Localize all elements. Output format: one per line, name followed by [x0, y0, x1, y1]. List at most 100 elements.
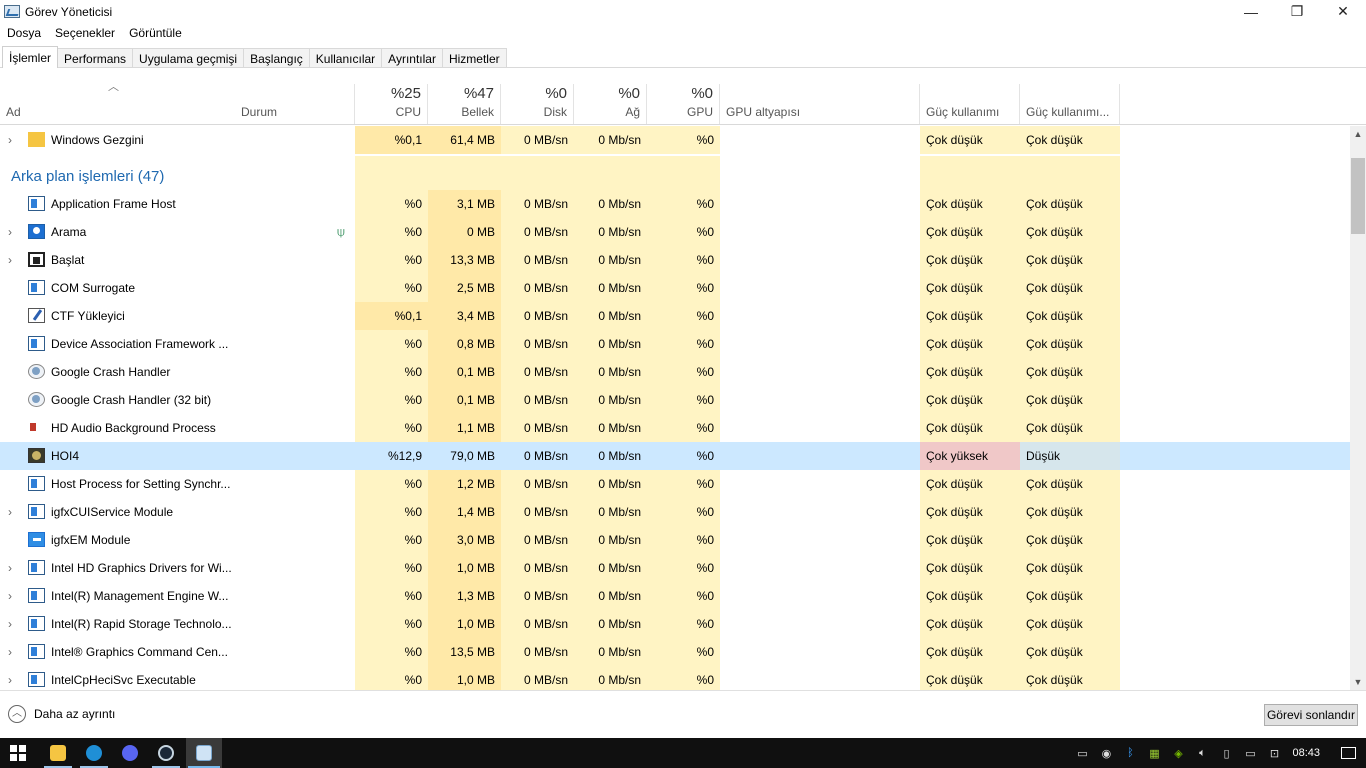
gpu-value: %0 [647, 274, 720, 302]
disk-total: %0 [545, 85, 567, 102]
process-name: CTF Yükleyici [51, 309, 125, 323]
end-task-button[interactable]: Görevi sonlandır [1264, 704, 1358, 726]
chevron-right-icon[interactable]: › [8, 126, 18, 154]
column-name[interactable]: ︿ Ad [0, 81, 235, 124]
cpu-value: %0 [355, 526, 428, 554]
fewer-details-button[interactable]: ︿ Daha az ayrıntı [8, 705, 115, 723]
notification-icon[interactable] [1330, 738, 1366, 768]
table-row[interactable]: Application Frame Host %0 3,1 MB 0 MB/sn 0 M… [0, 190, 1350, 218]
process-name: Windows Gezgini [51, 133, 144, 147]
disk-value: 0 MB/sn [501, 554, 574, 582]
column-gpu[interactable]: %0 GPU [647, 84, 720, 124]
windows-start-icon[interactable] [10, 745, 26, 761]
bluetooth-icon[interactable]: ᛒ [1118, 738, 1142, 768]
chevron-right-icon[interactable]: › [8, 498, 18, 526]
menu-view[interactable]: Görüntüle [122, 26, 189, 40]
section-heat-cell [1020, 156, 1120, 192]
table-row[interactable]: › IntelCpHeciSvc Executable %0 1,0 MB 0 MB/s… [0, 666, 1350, 690]
table-row[interactable]: igfxEM Module %0 3,0 MB 0 MB/sn 0 Mb/sn %0 Çok… [0, 526, 1350, 554]
table-row[interactable]: HD Audio Background Process %0 1,1 MB 0 MB/… [0, 414, 1350, 442]
column-memory[interactable]: %47 Bellek [428, 84, 501, 124]
disk-value: 0 MB/sn [501, 218, 574, 246]
table-row[interactable]: Device Association Framework ... %0 0,8 MB… [0, 330, 1350, 358]
process-name: Google Crash Handler [51, 365, 171, 379]
volume-icon[interactable]: 🔈︎ [1190, 738, 1214, 768]
table-row[interactable]: › Intel(R) Management Engine W... %0 1,3 MB… [0, 582, 1350, 610]
chevron-right-icon[interactable]: › [8, 218, 18, 246]
steam-icon[interactable] [148, 738, 184, 768]
table-row[interactable]: Google Crash Handler (32 bit) %0 0,1 MB 0 M… [0, 386, 1350, 414]
power-trend-value: Çok düşük [1020, 358, 1120, 386]
suspended-leaf-icon: ⍦ [337, 224, 345, 239]
discord-icon[interactable] [112, 738, 148, 768]
gpu-tray-icon[interactable]: ▦ [1142, 738, 1166, 768]
chevron-right-icon[interactable]: › [8, 666, 18, 690]
chevron-right-icon[interactable]: › [8, 246, 18, 274]
menu-options[interactable]: Seçenekler [48, 26, 122, 40]
network-value: 0 Mb/sn [574, 470, 647, 498]
section-header: Arka plan işlemleri (47) [0, 154, 1350, 192]
column-power[interactable]: Güç kullanımı [920, 84, 1020, 124]
tab-processes[interactable]: İşlemler [2, 46, 59, 68]
table-row[interactable]: CTF Yükleyici %0,1 3,4 MB 0 MB/sn 0 Mb/sn %0 Ç… [0, 302, 1350, 330]
table-row[interactable]: Google Crash Handler %0 0,1 MB 0 MB/sn 0 Mb/… [0, 358, 1350, 386]
task-manager-taskbar-icon[interactable] [186, 738, 222, 768]
monitor-icon[interactable]: ▭ [1070, 738, 1094, 768]
column-disk[interactable]: %0 Disk [501, 84, 574, 124]
minimize-button[interactable]: — [1228, 0, 1274, 23]
column-cpu[interactable]: %25 CPU [355, 84, 428, 124]
power-trend-value: Çok düşük [1020, 302, 1120, 330]
table-row[interactable]: › Intel HD Graphics Drivers for Wi... %0 1,… [0, 554, 1350, 582]
nvidia-icon[interactable]: ◈ [1166, 738, 1190, 768]
memory-value: 3,4 MB [428, 302, 501, 330]
steam-tray-icon[interactable]: ◉ [1094, 738, 1118, 768]
chevron-right-icon[interactable]: › [8, 610, 18, 638]
tab-details[interactable]: Ayrıntılar [381, 48, 443, 68]
disk-value: 0 MB/sn [501, 386, 574, 414]
tab-services[interactable]: Hizmetler [441, 48, 507, 68]
table-row[interactable]: COM Surrogate %0 2,5 MB 0 MB/sn 0 Mb/sn %0 Çok… [0, 274, 1350, 302]
column-gpu-engine[interactable]: GPU altyapısı [720, 84, 920, 124]
column-network[interactable]: %0 Ağ [574, 84, 647, 124]
usb-icon[interactable]: ▯ [1214, 738, 1238, 768]
vertical-scrollbar[interactable]: ▲ ▼ [1350, 126, 1366, 690]
memory-value: 0 MB [428, 218, 501, 246]
file-explorer-icon[interactable] [40, 738, 76, 768]
network-total: %0 [618, 85, 640, 102]
column-power-trend[interactable]: Güç kullanımı... [1020, 84, 1120, 124]
table-row[interactable]: › Arama ⍦ %0 0 MB 0 MB/sn 0 Mb/sn %0 Çok düşük Ço… [0, 218, 1350, 246]
chevron-right-icon[interactable]: › [8, 554, 18, 582]
edge-icon[interactable] [76, 738, 112, 768]
close-button[interactable]: ✕ [1320, 0, 1366, 23]
table-row[interactable]: › igfxCUIService Module %0 1,4 MB 0 MB/sn 0 M… [0, 498, 1350, 526]
app-icon [28, 504, 45, 519]
scroll-up-icon[interactable]: ▲ [1350, 126, 1366, 142]
table-row[interactable]: › Başlat %0 13,3 MB 0 MB/sn 0 Mb/sn %0 Çok düşü… [0, 246, 1350, 274]
clock[interactable]: 08:43 [1286, 747, 1330, 759]
gpu-engine-value [720, 386, 920, 414]
gpu-value: %0 [647, 218, 720, 246]
scroll-down-icon[interactable]: ▼ [1350, 674, 1366, 690]
network-icon[interactable]: ⊡ [1262, 738, 1286, 768]
taskbar: ▭ ◉ ᛒ ▦ ◈ 🔈︎ ▯ ▭ ⊡ 08:43 [0, 738, 1366, 768]
power-usage-value: Çok düşük [920, 126, 1020, 154]
tab-performance[interactable]: Performans [57, 48, 134, 68]
table-row[interactable]: › Intel® Graphics Command Cen... %0 13,5 MB… [0, 638, 1350, 666]
table-row[interactable]: Host Process for Setting Synchr... %0 1,2 … [0, 470, 1350, 498]
chevron-right-icon[interactable]: › [8, 638, 18, 666]
maximize-button[interactable]: ❐ [1274, 0, 1320, 23]
memory-value: 3,0 MB [428, 526, 501, 554]
table-row[interactable]: › Windows Gezgini %0,1 61,4 MB 0 MB/sn 0 Mb/s… [0, 126, 1350, 154]
table-row[interactable]: › Intel(R) Rapid Storage Technolo... %0 1,0… [0, 610, 1350, 638]
tab-users[interactable]: Kullanıcılar [308, 48, 383, 68]
menu-file[interactable]: Dosya [0, 26, 48, 40]
column-status[interactable]: Durum [235, 84, 355, 124]
tab-app-history[interactable]: Uygulama geçmişi [132, 48, 245, 68]
tab-startup[interactable]: Başlangıç [243, 48, 310, 68]
gpu-value: %0 [647, 126, 720, 154]
table-row[interactable]: HOI4 %12,9 79,0 MB 0 MB/sn 0 Mb/sn %0 Çok yüks… [0, 442, 1350, 470]
scroll-thumb[interactable] [1351, 158, 1365, 234]
process-name: Application Frame Host [51, 197, 176, 211]
chevron-right-icon[interactable]: › [8, 582, 18, 610]
power-icon[interactable]: ▭ [1238, 738, 1262, 768]
